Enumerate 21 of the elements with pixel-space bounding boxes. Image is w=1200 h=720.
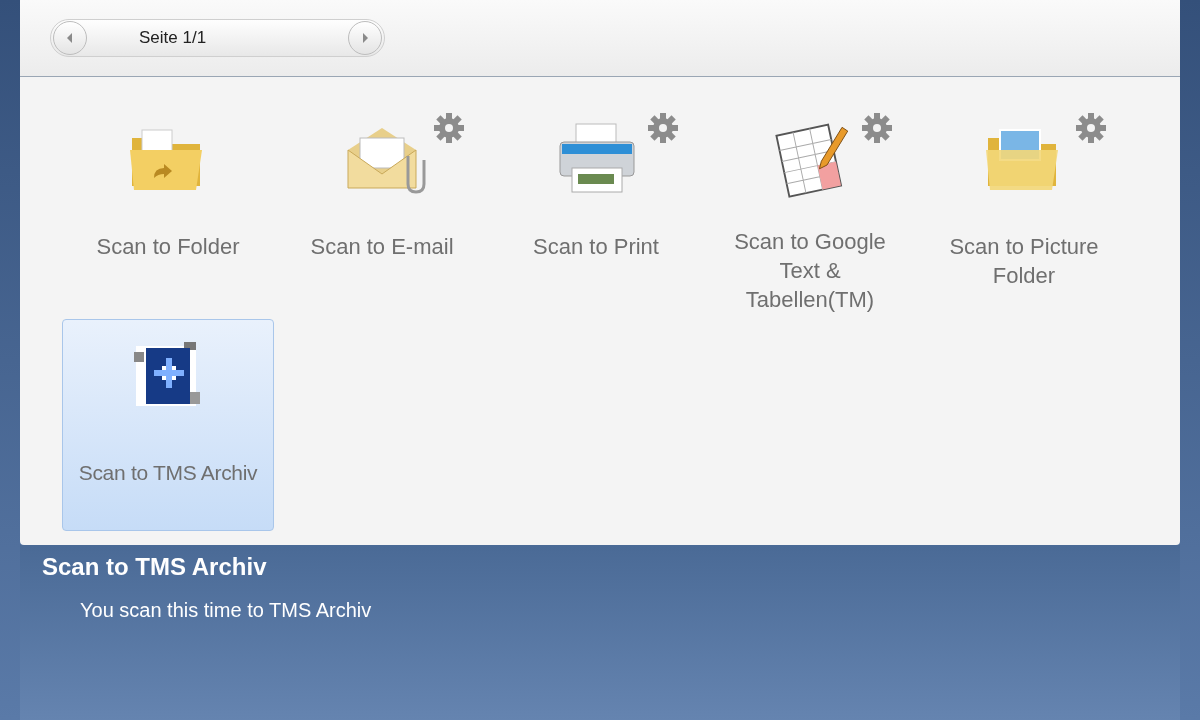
scan-action-tile[interactable]: Scan to Picture Folder	[918, 103, 1130, 315]
action-label: Scan to E-mail	[309, 233, 455, 261]
action-label: Scan to Folder	[95, 233, 241, 261]
scan-action-tile[interactable]: Scan to Google Text & Tabellen(TM)	[704, 103, 916, 315]
next-page-button[interactable]	[348, 21, 382, 55]
action-label: Scan to TMS Archiv	[77, 460, 259, 486]
page-indicator: Seite 1/1	[138, 28, 208, 48]
scan-action-tile[interactable]: Scan to TMS Archiv	[62, 319, 274, 531]
action-label: Scan to Print	[532, 233, 660, 261]
previous-page-button[interactable]	[53, 21, 87, 55]
settings-icon[interactable]	[1075, 112, 1107, 144]
scan-action-tile[interactable]: Scan to Print	[490, 103, 702, 315]
settings-icon[interactable]	[861, 112, 893, 144]
action-label: Scan to Google Text & Tabellen(TM)	[733, 228, 887, 314]
description-text: You scan this time to TMS Archiv	[80, 599, 373, 622]
action-label: Scan to Picture Folder	[948, 233, 1100, 290]
scan-action-tile[interactable]: Scan to Folder	[62, 103, 274, 315]
settings-icon[interactable]	[647, 112, 679, 144]
description-title: Scan to TMS Archiv	[42, 553, 268, 581]
scan-action-tile[interactable]: Scan to E-mail	[276, 103, 488, 315]
settings-icon[interactable]	[433, 112, 465, 144]
